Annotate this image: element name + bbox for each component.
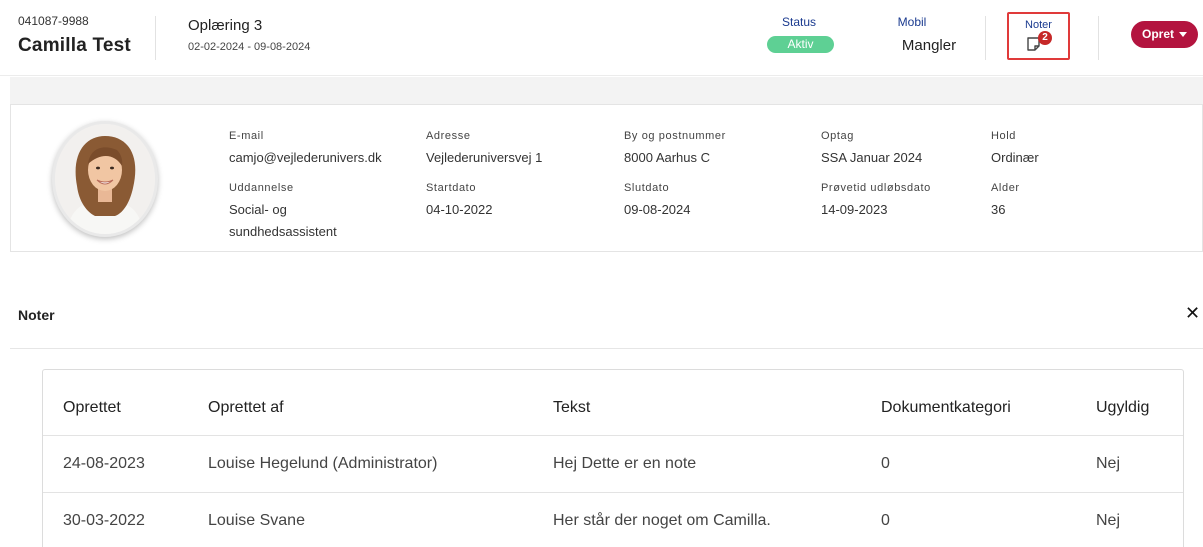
probation-value: 14-09-2023 bbox=[821, 202, 888, 217]
column-header-text[interactable]: Tekst bbox=[553, 399, 590, 417]
cell-created: 24-08-2023 bbox=[63, 455, 145, 472]
email-value: camjo@vejlederunivers.dk bbox=[229, 150, 382, 165]
education-value-line2: sundhedsassistent bbox=[229, 224, 337, 239]
create-button-label: Opret bbox=[1141, 27, 1174, 41]
create-dropdown-button[interactable]: Opret bbox=[1131, 21, 1198, 48]
cell-invalid: Nej bbox=[1096, 455, 1121, 472]
mobile-label: Mobil bbox=[897, 15, 927, 29]
notes-table: Oprettet Oprettet af Tekst Dokumentkateg… bbox=[42, 369, 1184, 547]
mobile-value: Mangler bbox=[901, 37, 957, 54]
end-date-value: 09-08-2024 bbox=[624, 202, 691, 217]
notes-button[interactable]: Noter 2 bbox=[1007, 12, 1070, 60]
team-value: Ordinær bbox=[991, 150, 1039, 165]
end-date-label: Slutdato bbox=[624, 182, 670, 194]
course-title: Oplæring 3 bbox=[188, 17, 263, 34]
header-divider bbox=[985, 16, 986, 60]
person-avatar-icon bbox=[55, 124, 155, 234]
education-value-line1: Social- og bbox=[229, 202, 287, 217]
header-divider bbox=[1098, 16, 1099, 60]
education-label: Uddannelse bbox=[229, 182, 294, 194]
column-header-document-category[interactable]: Dokumentkategori bbox=[881, 399, 1011, 417]
row-divider bbox=[43, 435, 1183, 436]
avatar bbox=[52, 121, 158, 237]
header-divider bbox=[155, 16, 156, 60]
course-dates: 02-02-2024 - 09-08-2024 bbox=[188, 41, 311, 53]
address-label: Adresse bbox=[426, 130, 471, 142]
cell-document-category: 0 bbox=[881, 512, 890, 529]
cell-document-category: 0 bbox=[881, 455, 890, 472]
column-header-created[interactable]: Oprettet bbox=[63, 399, 121, 417]
header-band bbox=[10, 77, 1203, 104]
email-label: E-mail bbox=[229, 130, 264, 142]
age-label: Alder bbox=[991, 182, 1020, 194]
cell-text: Her står der noget om Camilla. bbox=[553, 512, 771, 529]
cell-invalid: Nej bbox=[1096, 512, 1121, 529]
profile-card: E-mail camjo@vejlederunivers.dk Adresse … bbox=[10, 104, 1203, 252]
city-label: By og postnummer bbox=[624, 130, 726, 142]
city-value: 8000 Aarhus C bbox=[624, 150, 711, 165]
caret-down-icon bbox=[1179, 32, 1187, 38]
intake-value: SSA Januar 2024 bbox=[821, 150, 923, 165]
notes-label: Noter bbox=[1025, 19, 1052, 31]
notes-section-title: Noter bbox=[18, 307, 55, 323]
section-divider bbox=[10, 348, 1203, 349]
cell-created: 30-03-2022 bbox=[63, 512, 145, 529]
probation-label: Prøvetid udløbsdato bbox=[821, 182, 931, 194]
start-date-label: Startdato bbox=[426, 182, 477, 194]
cell-created-by: Louise Hegelund (Administrator) bbox=[208, 455, 438, 472]
row-divider bbox=[43, 492, 1183, 493]
close-icon[interactable]: ✕ bbox=[1185, 303, 1200, 324]
cell-created-by: Louise Svane bbox=[208, 512, 305, 529]
cpr-number: 041087-9988 bbox=[18, 14, 89, 28]
person-name: Camilla Test bbox=[18, 35, 131, 56]
start-date-value: 04-10-2022 bbox=[426, 202, 493, 217]
intake-label: Optag bbox=[821, 130, 854, 142]
cell-text: Hej Dette er en note bbox=[553, 455, 697, 472]
status-badge: Aktiv bbox=[767, 36, 834, 53]
column-header-invalid[interactable]: Ugyldig bbox=[1096, 399, 1149, 417]
notes-count-badge: 2 bbox=[1038, 31, 1052, 45]
team-label: Hold bbox=[991, 130, 1017, 142]
column-header-created-by[interactable]: Oprettet af bbox=[208, 399, 284, 417]
top-header: 041087-9988 Camilla Test Oplæring 3 02-0… bbox=[0, 0, 1203, 76]
address-value: Vejlederuniversvej 1 bbox=[426, 150, 543, 165]
age-value: 36 bbox=[991, 202, 1006, 217]
status-label: Status bbox=[781, 15, 817, 29]
